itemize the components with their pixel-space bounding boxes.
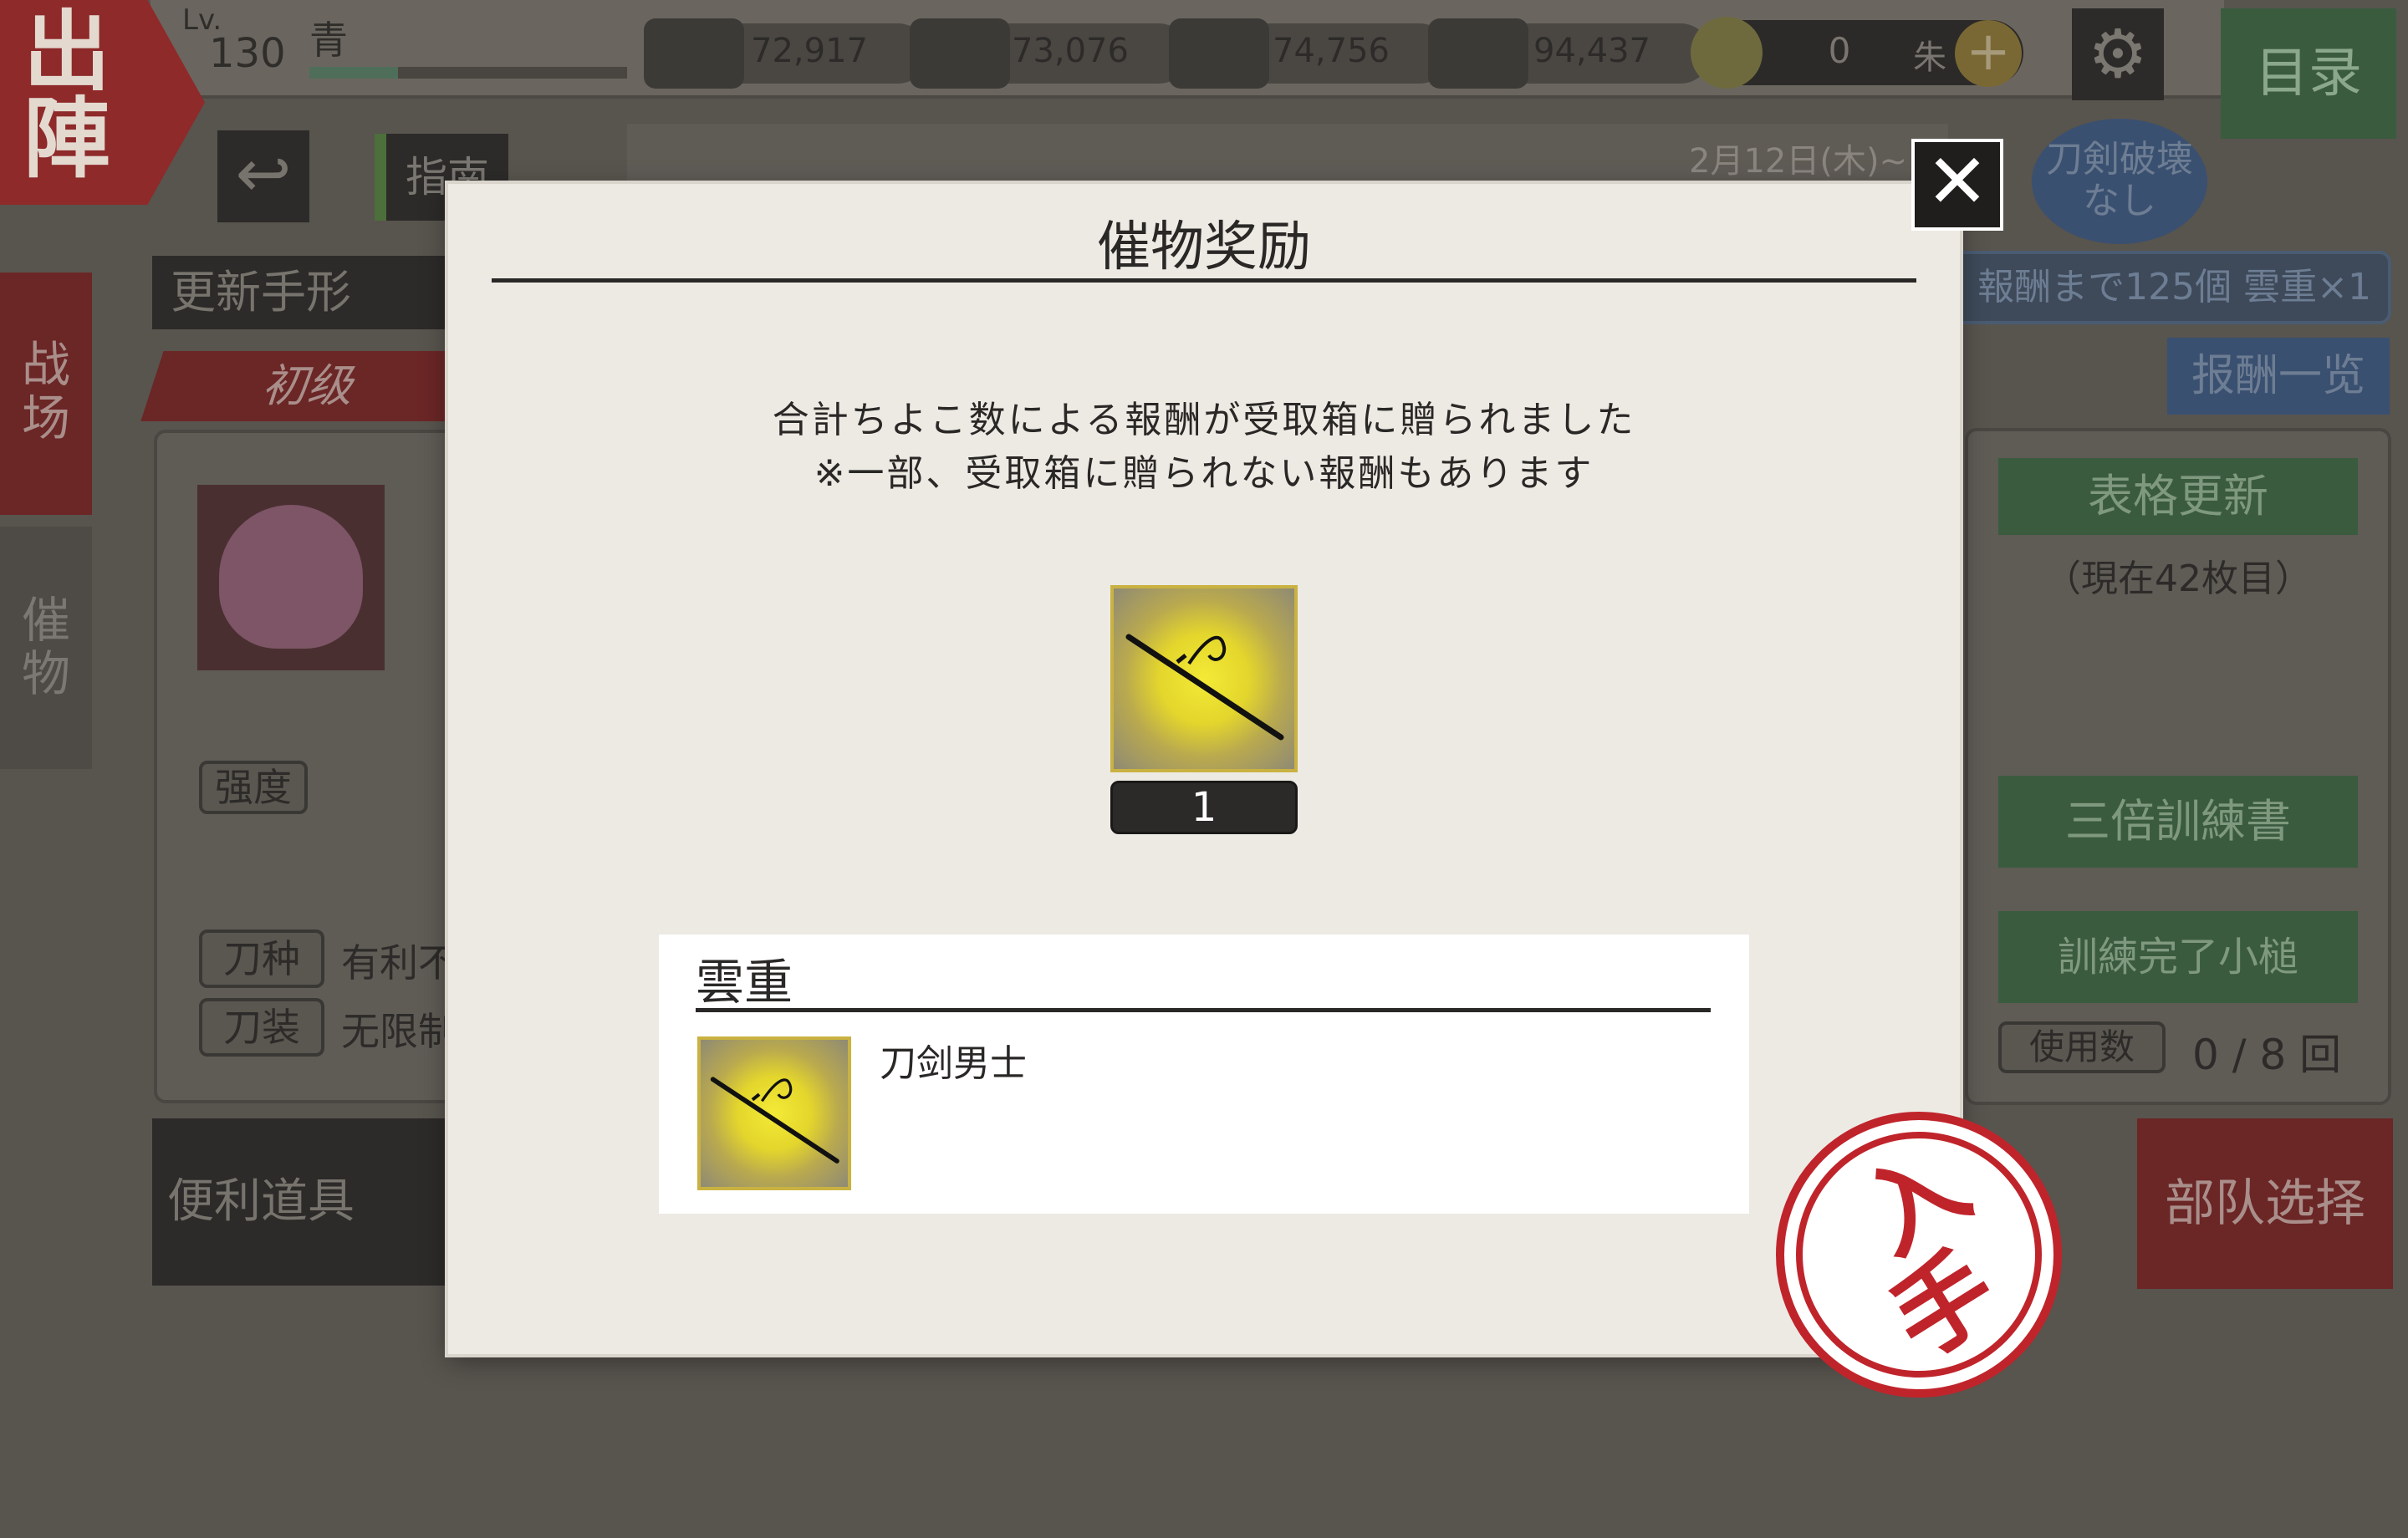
- tab-battlefield[interactable]: 战场: [0, 272, 92, 515]
- use-count-label: 使用数: [1998, 1021, 2166, 1073]
- reward-message-line-2: ※一部、受取箱に贈られない報酬もあります: [814, 452, 1594, 495]
- update-pass-label[interactable]: 更新手形: [152, 256, 487, 329]
- equip-value: 无限制: [341, 1009, 457, 1054]
- back-arrow-icon: ↩: [235, 135, 292, 212]
- event-date: 2月12日(木)~: [1689, 142, 1908, 181]
- add-koban-button[interactable]: +: [1955, 20, 2022, 87]
- koban-icon: [1691, 17, 1763, 89]
- reward-item-name: 雲重: [696, 954, 793, 1011]
- menu-button[interactable]: 目录: [2221, 8, 2396, 139]
- reward-item-tile[interactable]: [1110, 585, 1298, 772]
- gear-icon: ⚙: [2088, 15, 2148, 93]
- reward-message-line-1: 合計ちよこ数による報酬が受取箱に贈られました: [772, 399, 1636, 441]
- player-name: 青: [309, 18, 348, 63]
- close-button[interactable]: ✕: [1911, 139, 2003, 231]
- koban-value: 0: [1828, 30, 1851, 71]
- reward-list-button[interactable]: 报酬一览: [2167, 338, 2390, 415]
- training-complete-hammer-button[interactable]: 訓練完了小槌: [1998, 911, 2358, 1003]
- reward-item-type: 刀剑男士: [880, 1042, 1027, 1085]
- resource-whetstone-value: 73,076: [1012, 32, 1129, 70]
- koban-unit: 朱: [1913, 38, 1946, 77]
- strength-label: 强度: [199, 761, 308, 814]
- reward-count-banner: 報酬まで125個 雲重×1: [1940, 251, 2391, 324]
- table-refresh-note: （現在42枚目）: [2044, 558, 2312, 600]
- sortie-label: 出陣: [23, 0, 111, 190]
- player-level: 130: [209, 30, 286, 77]
- equip-label: 刀装: [199, 998, 324, 1057]
- close-icon: ✕: [1926, 138, 1989, 226]
- back-button[interactable]: ↩: [217, 130, 309, 222]
- sword-type-value: 有利不: [341, 940, 457, 985]
- difficulty-tab-beginner[interactable]: 初级: [140, 351, 482, 421]
- sword-type-label: 刀种: [199, 929, 324, 988]
- detail-divider: [696, 1008, 1711, 1012]
- no-break-badge: 刀剣破壊なし: [2032, 119, 2207, 244]
- title-divider: [492, 278, 1916, 283]
- tab-event[interactable]: 催物: [0, 527, 92, 769]
- resource-steel-value: 94,437: [1533, 32, 1650, 70]
- modal-title: 催物奖励: [1097, 216, 1311, 278]
- table-refresh-button[interactable]: 表格更新: [1998, 458, 2358, 535]
- katana-icon: [1125, 634, 1284, 741]
- resource-cooling-value: 74,756: [1273, 32, 1390, 70]
- reward-quantity: 1: [1110, 781, 1298, 834]
- heart-emblem-icon: [219, 505, 363, 649]
- squad-select-button[interactable]: 部队选择: [2137, 1118, 2393, 1289]
- exp-bar-fill: [309, 67, 398, 79]
- settings-button[interactable]: ⚙: [2072, 8, 2164, 100]
- use-count-value: 0 / 8 回: [2192, 1031, 2342, 1079]
- katana-icon: [710, 1077, 839, 1164]
- detail-item-tile: [697, 1036, 851, 1190]
- triple-training-book-button[interactable]: 三倍訓練書: [1998, 776, 2358, 868]
- resource-charcoal-value: 72,917: [751, 32, 868, 70]
